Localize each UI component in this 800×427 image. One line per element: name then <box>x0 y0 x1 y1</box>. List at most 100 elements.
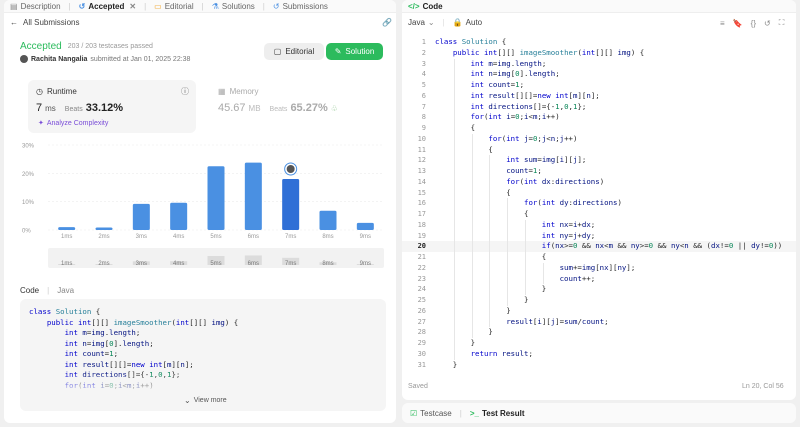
code-line[interactable]: 21 { <box>402 252 796 263</box>
code-text: int m=img.length; <box>470 58 547 68</box>
code-line[interactable]: 23 count++; <box>402 274 796 285</box>
fullscreen-icon[interactable]: ⛶ <box>779 18 785 28</box>
code-text: { <box>435 209 529 218</box>
memory-title: ▦ Memory <box>218 87 258 96</box>
tab-submissions[interactable]: ↺ Submissions <box>273 2 328 11</box>
code-line[interactable]: 16 for(int dy:directions) <box>402 198 796 209</box>
editorial-icon: ▭ <box>154 1 162 11</box>
auto-mode[interactable]: 🔒 Auto <box>453 18 482 27</box>
chart-bar[interactable] <box>95 227 113 230</box>
beats-label: Beats <box>269 106 288 113</box>
tab-accepted[interactable]: ↺ Accepted ✕ <box>79 2 136 11</box>
tab-code[interactable]: </> Code <box>408 2 443 11</box>
indent-guide <box>525 219 526 295</box>
tab-test-result[interactable]: >_ Test Result <box>470 409 525 418</box>
x-tick-label: 9ms <box>360 234 371 240</box>
back-link[interactable]: ← All Submissions <box>10 18 79 27</box>
code-line[interactable]: 10 for(int j=0;j<n;j++) <box>402 134 796 145</box>
preview-line: class Solution { <box>29 307 101 316</box>
submission-meta: Rachita Nangalia submitted at Jan 01, 20… <box>20 55 190 63</box>
tab-description[interactable]: ▤ Description <box>10 2 61 11</box>
code-line[interactable]: 20 if(nx>=0 && nx<m && ny>=0 && ny<n && … <box>402 241 796 252</box>
code-line[interactable]: 14 for(int dx:directions) <box>402 177 796 188</box>
author-name[interactable]: Rachita Nangalia <box>31 56 87 63</box>
chart-bar[interactable] <box>319 210 337 230</box>
code-line[interactable]: 3 int m=img.length; <box>402 59 796 70</box>
code-preview-block[interactable]: class Solution { public int[][] imageSmo… <box>20 299 386 411</box>
code-line[interactable]: 18 int nx=i+dx; <box>402 220 796 231</box>
memory-card[interactable]: ▦ Memory 45.67 MB Beats 65.27% ♧ <box>214 80 384 133</box>
code-line[interactable]: 1 class Solution { <box>402 37 796 48</box>
code-editor[interactable]: 1 class Solution {2 public int[][] imageS… <box>402 37 796 377</box>
code-line[interactable]: 28 } <box>402 327 796 338</box>
view-more-button[interactable]: ⌄ View more <box>184 396 227 405</box>
status-accepted: Accepted <box>20 41 62 52</box>
range-tick-label: 6ms <box>248 261 259 267</box>
runtime-title-label: Runtime <box>46 87 77 96</box>
tab-testcase[interactable]: ☑ Testcase <box>410 409 452 418</box>
line-number: 31 <box>417 360 426 369</box>
chart-bar[interactable] <box>207 166 225 230</box>
runtime-card[interactable]: ◷ Runtime ⓘ 7 ms Beats 33.12% ✦ Analyze … <box>28 80 196 133</box>
format-icon[interactable]: ≡ <box>720 19 725 28</box>
chart-bar[interactable] <box>282 179 300 230</box>
book-icon: ▢ <box>273 47 282 56</box>
chart-bar[interactable] <box>356 222 374 230</box>
code-line[interactable]: 30 return result; <box>402 349 796 360</box>
code-lang: Java <box>57 286 75 295</box>
code-line[interactable]: 19 int ny=j+dy; <box>402 231 796 242</box>
code-line[interactable]: 22 sum+=img[nx][ny]; <box>402 263 796 274</box>
lock-icon: 🔒 <box>452 18 463 27</box>
code-line[interactable]: 17 { <box>402 209 796 220</box>
line-number: 5 <box>421 81 426 89</box>
code-line[interactable]: 15 { <box>402 188 796 199</box>
chart-bar[interactable] <box>132 203 150 230</box>
preview-line: int m=img.length; <box>64 328 141 337</box>
code-text: class Solution { <box>435 37 507 46</box>
code-line[interactable]: 27 result[i][j]=sum/count; <box>402 317 796 328</box>
code-line[interactable]: 4 int n=img[0].length; <box>402 69 796 80</box>
code-line[interactable]: 2 public int[][] imageSmoother(int[][] i… <box>402 48 796 59</box>
info-icon[interactable]: ⓘ <box>181 86 189 97</box>
braces-icon[interactable]: {} <box>751 19 756 28</box>
code-text: public int[][] imageSmoother(int[][] img… <box>452 47 645 57</box>
code-line[interactable]: 24 } <box>402 284 796 295</box>
analyze-complexity-link[interactable]: ✦ Analyze Complexity <box>38 119 108 128</box>
history-icon: ↺ <box>272 1 280 11</box>
tab-editorial[interactable]: ▭ Editorial <box>154 2 193 11</box>
code-line[interactable]: 31 } <box>402 360 796 371</box>
chart-bar[interactable] <box>170 202 188 230</box>
solution-button[interactable]: ✎ Solution <box>326 43 383 60</box>
share-link-icon[interactable]: 🔗 <box>382 18 392 27</box>
submission-panel: ▤ Description | ↺ Accepted ✕ | ▭ Editori… <box>4 0 396 423</box>
close-icon[interactable]: ✕ <box>129 2 136 11</box>
code-text: { <box>435 187 511 197</box>
code-text: int result[][]=new int[m][n]; <box>470 90 600 100</box>
editorial-button[interactable]: ▢ Editorial <box>264 43 324 60</box>
reset-icon[interactable]: ↺ <box>764 19 771 28</box>
range-tick-label: 8ms <box>322 261 333 267</box>
code-line[interactable]: 5 int count=1; <box>402 80 796 91</box>
chart-bar[interactable] <box>244 162 262 230</box>
code-line[interactable]: 13 count=1; <box>402 166 796 177</box>
code-line[interactable]: 11 { <box>402 145 796 156</box>
code-line[interactable]: 7 int directions[]={-1,0,1}; <box>402 102 796 113</box>
code-editor-panel: </> Code Java ⌄ | 🔒 Auto ≡ 🔖 {} ↺ ⛶ 1 cla… <box>402 0 796 400</box>
console-tabbar: ☑ Testcase | >_ Test Result <box>402 403 796 423</box>
edit-icon: ✎ <box>334 47 342 56</box>
bookmark-icon[interactable]: 🔖 <box>733 19 743 28</box>
code-line[interactable]: 26 } <box>402 306 796 317</box>
code-line[interactable]: 8 for(int i=0;i<m;i++) <box>402 112 796 123</box>
language-select[interactable]: Java ⌄ <box>408 18 435 27</box>
avatar[interactable] <box>20 55 28 63</box>
tab-solutions[interactable]: ⚗ Solutions <box>212 2 255 11</box>
code-line[interactable]: 12 int sum=img[i][j]; <box>402 155 796 166</box>
code-line[interactable]: 9 { <box>402 123 796 134</box>
code-line[interactable]: 25 } <box>402 295 796 306</box>
code-line[interactable]: 29 } <box>402 338 796 349</box>
range-tick-label: 5ms <box>210 261 221 267</box>
code-line[interactable]: 6 int result[][]=new int[m][n]; <box>402 91 796 102</box>
view-more-label: View more <box>193 397 227 404</box>
left-tabbar: ▤ Description | ↺ Accepted ✕ | ▭ Editori… <box>4 0 396 13</box>
chart-bar[interactable] <box>58 227 76 230</box>
